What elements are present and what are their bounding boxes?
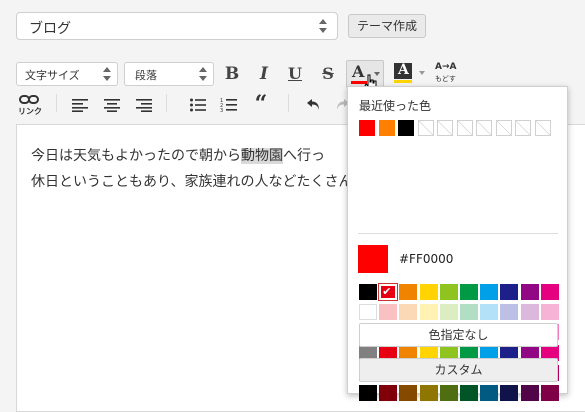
bold-button[interactable]: B [222, 64, 242, 84]
palette-color-swatch[interactable] [419, 304, 438, 321]
no-color-button[interactable]: 色指定なし [359, 323, 558, 347]
strikethrough-button[interactable]: S [318, 64, 338, 84]
category-select[interactable]: ブログ [16, 12, 338, 40]
category-select-value: ブログ [29, 21, 71, 37]
paragraph-select-label: 段落 [135, 69, 157, 82]
clear-format-label: もどす [435, 75, 456, 83]
chevron-updown-icon [103, 67, 111, 81]
color-picker-popup: 最近使った色 #FF0000 色指定なし カスタム [347, 86, 568, 401]
palette-color-swatch[interactable] [379, 385, 398, 401]
link-button[interactable]: リンク [16, 94, 42, 118]
empty-color-slot [495, 120, 512, 136]
palette-color-swatch[interactable] [359, 284, 377, 300]
empty-color-slot [476, 120, 492, 136]
palette-color-swatch[interactable] [460, 284, 478, 300]
recent-color-swatch[interactable] [398, 120, 414, 136]
format-arrow-icon: A→A [435, 62, 457, 72]
toolbar-divider [166, 94, 167, 112]
empty-color-slot [437, 120, 453, 136]
blockquote-icon[interactable]: “ [252, 92, 270, 116]
palette-color-swatch[interactable] [480, 385, 499, 401]
palette-color-swatch[interactable] [460, 385, 478, 401]
palette-color-swatch[interactable] [520, 385, 539, 401]
palette-color-swatch[interactable] [439, 284, 458, 300]
palette-color-swatch[interactable] [359, 304, 377, 321]
background-color-letter: A [398, 62, 409, 78]
palette-color-swatch[interactable] [399, 385, 418, 401]
chevron-down-icon [419, 71, 425, 75]
palette-color-swatch[interactable] [419, 284, 438, 300]
text-color-letter: A [352, 62, 365, 81]
svg-text:3: 3 [220, 108, 223, 113]
background-color-button[interactable]: A [394, 62, 428, 86]
bullet-list-icon[interactable] [190, 98, 206, 112]
numbered-list-icon[interactable]: 1 2 3 [220, 97, 237, 113]
chevron-updown-icon [319, 19, 327, 33]
editor-line-2: 休日ということもあり、家族連れの人などたくさん [31, 174, 353, 190]
empty-color-slot [417, 120, 434, 136]
palette-color-swatch[interactable] [359, 385, 377, 401]
link-label: リンク [18, 107, 42, 116]
background-color-indicator [394, 80, 412, 83]
palette-color-swatch[interactable] [419, 385, 438, 401]
current-color-hex: #FF0000 [399, 252, 454, 266]
align-center-icon[interactable] [104, 98, 120, 112]
current-color-preview [358, 245, 388, 273]
custom-color-button[interactable]: カスタム [359, 358, 558, 382]
align-right-icon[interactable] [136, 98, 152, 112]
palette-color-swatch[interactable] [378, 283, 399, 301]
empty-color-slot [456, 120, 473, 136]
italic-button[interactable]: I [254, 64, 274, 84]
clear-format-button[interactable]: A→A もどす [434, 62, 460, 86]
palette-color-swatch[interactable] [540, 385, 559, 401]
palette-color-swatch[interactable] [520, 304, 539, 321]
palette-color-swatch[interactable] [460, 304, 478, 321]
empty-color-slot [534, 120, 551, 136]
editor-text: へ行っ [283, 148, 325, 164]
palette-color-swatch[interactable] [399, 284, 418, 300]
empty-color-slot [515, 120, 531, 136]
divider [358, 233, 558, 234]
link-icon [19, 95, 39, 104]
palette-color-swatch[interactable] [540, 304, 559, 321]
toolbar-divider [288, 94, 289, 112]
editor-text: 今日は天気もよかったので朝から [31, 148, 241, 164]
font-size-select-label: 文字サイズ [25, 69, 80, 82]
palette-color-swatch[interactable] [399, 304, 418, 321]
selected-text: 動物園 [241, 148, 283, 164]
undo-icon[interactable] [306, 98, 322, 112]
font-size-select[interactable]: 文字サイズ [16, 62, 118, 86]
palette-color-swatch[interactable] [500, 304, 519, 321]
palette-color-swatch[interactable] [379, 304, 398, 321]
align-left-icon[interactable] [72, 98, 88, 112]
palette-color-swatch[interactable] [439, 385, 458, 401]
palette-color-swatch[interactable] [500, 284, 519, 300]
palette-color-swatch[interactable] [480, 304, 499, 321]
recent-color-swatch[interactable] [378, 120, 395, 136]
editor-line-1: 今日は天気もよかったので朝から動物園へ行っ [31, 145, 325, 165]
recent-colors-title: 最近使った色 [359, 99, 432, 113]
palette-color-swatch[interactable] [520, 284, 539, 300]
toolbar-divider [56, 94, 57, 112]
create-theme-button[interactable]: テーマ作成 [348, 14, 427, 38]
chevron-updown-icon [199, 67, 207, 81]
paragraph-select[interactable]: 段落 [124, 62, 214, 86]
palette-color-swatch[interactable] [500, 385, 519, 401]
recent-color-swatch[interactable] [359, 120, 375, 136]
underline-button[interactable]: U [285, 64, 305, 84]
palette-color-swatch[interactable] [439, 304, 458, 321]
palette-color-swatch[interactable] [540, 284, 559, 300]
palette-color-swatch[interactable] [480, 284, 499, 300]
